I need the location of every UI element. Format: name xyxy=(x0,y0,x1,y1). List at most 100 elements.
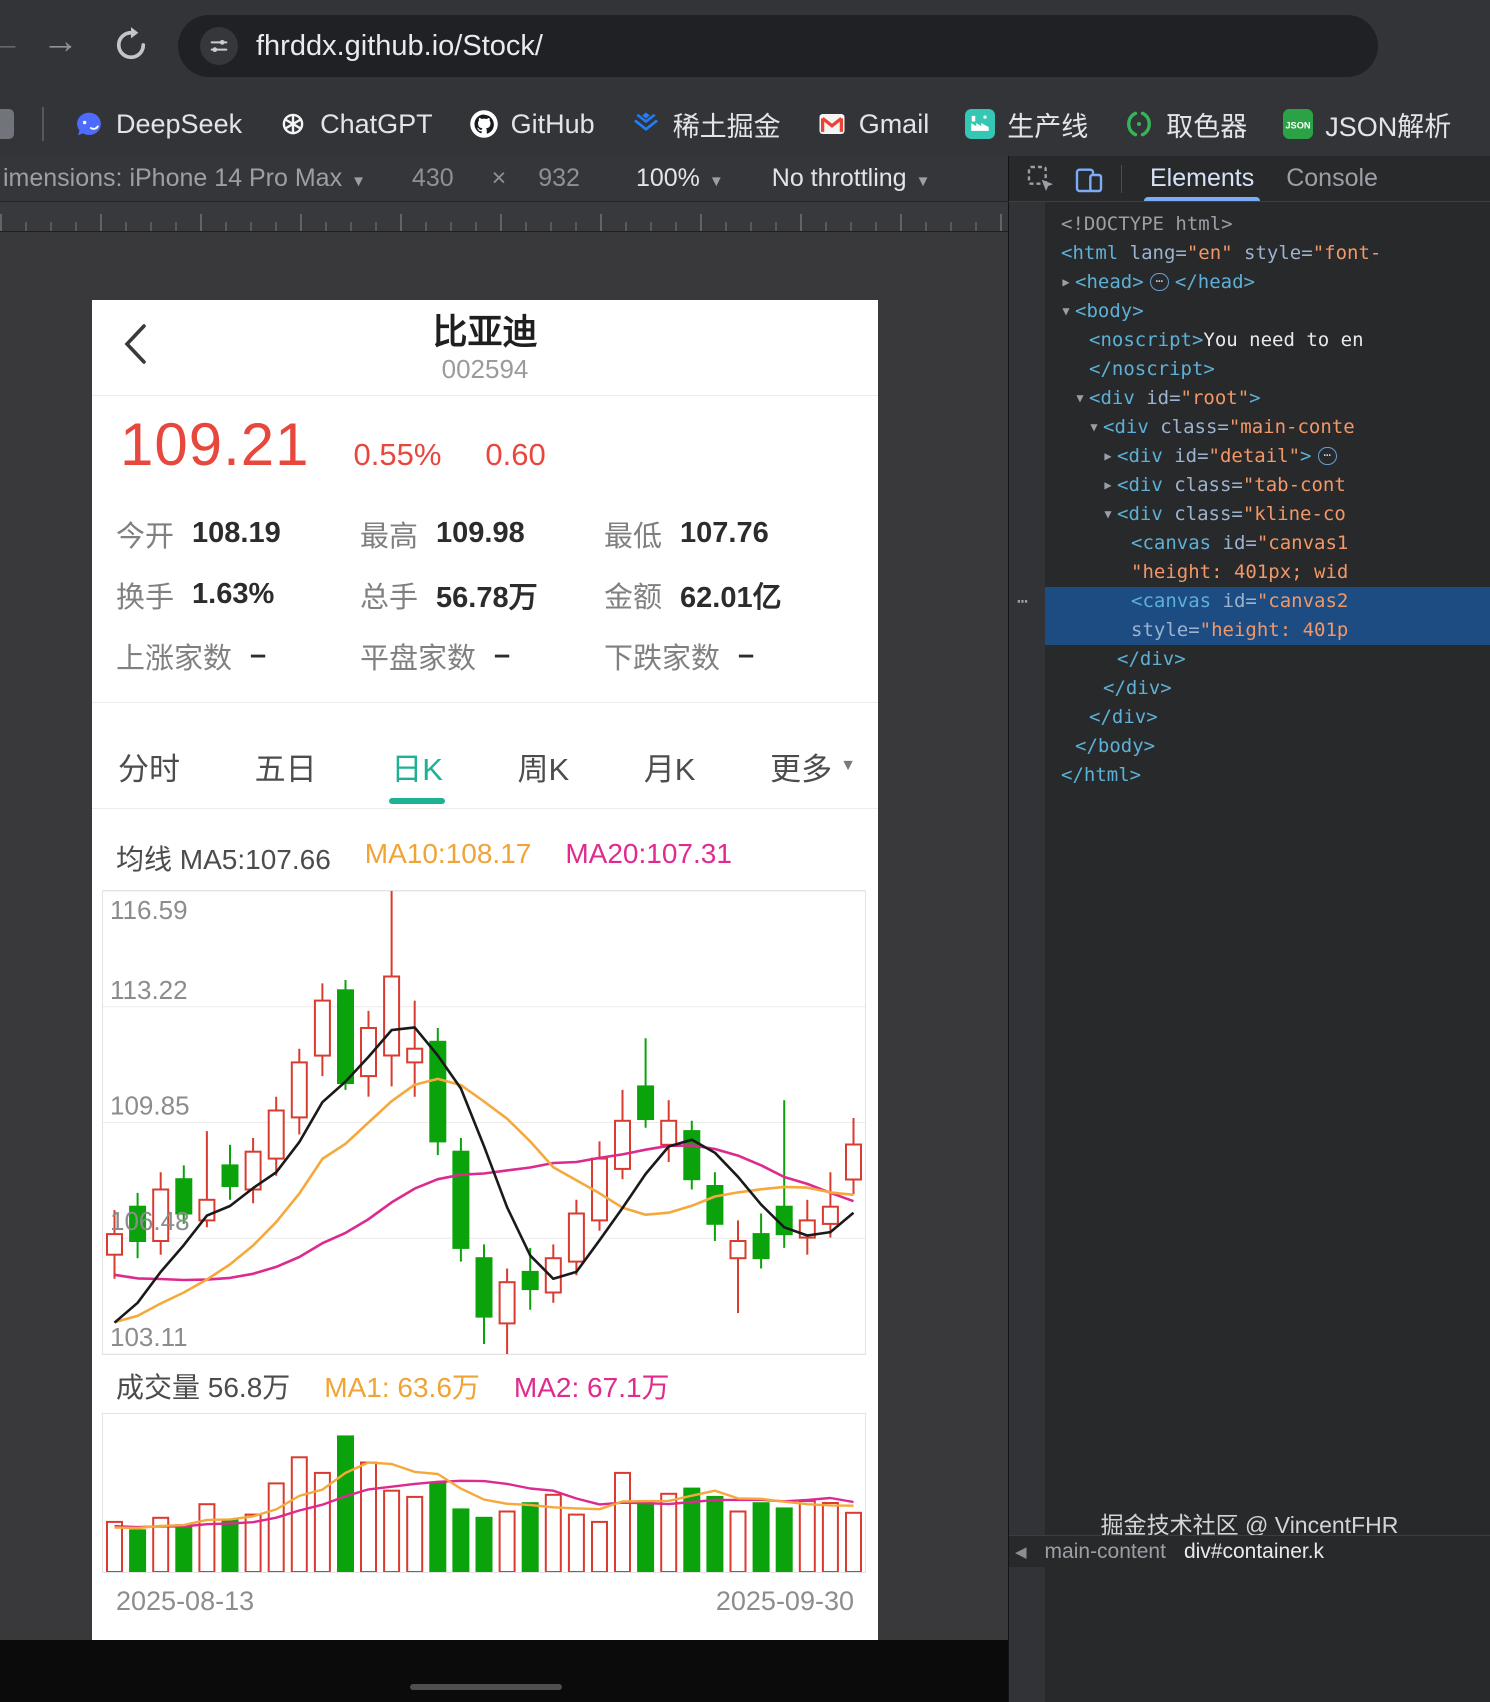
ma5-legend: 均线 MA5:107.66 xyxy=(116,844,331,875)
dom-tree-node[interactable]: </body> xyxy=(1045,732,1490,761)
emulation-ruler xyxy=(0,202,1008,232)
factory-icon xyxy=(965,109,996,139)
tab-月K[interactable]: 月K xyxy=(644,728,696,804)
start-date: 2025-08-13 xyxy=(116,1586,255,1616)
expand-arrow-down-icon[interactable]: ▼ xyxy=(1085,413,1103,442)
address-bar[interactable]: fhrddx.github.io/Stock/ xyxy=(178,15,1378,77)
url-text[interactable]: fhrddx.github.io/Stock/ xyxy=(256,30,543,63)
divider xyxy=(92,808,878,809)
ma20-legend: MA20:107.31 xyxy=(565,838,732,869)
breadcrumb-scroll-left-icon[interactable]: ◀ xyxy=(1015,1543,1027,1561)
dom-tree-node[interactable]: ▼ <body> xyxy=(1045,297,1490,326)
inspect-element-icon[interactable] xyxy=(1025,163,1057,195)
svg-text:106.48: 106.48 xyxy=(110,1206,190,1236)
bookmark-稀土掘金[interactable]: 稀土掘金 xyxy=(631,105,781,144)
home-indicator xyxy=(410,1684,562,1690)
tab-更多[interactable]: 更多 ▼ xyxy=(770,728,856,804)
dom-tree-node[interactable]: ▶ <div class="tab-cont xyxy=(1045,471,1490,500)
source-order-icon[interactable]: ⋯ xyxy=(1017,587,1028,616)
expand-arrow-down-icon[interactable]: ▼ xyxy=(1099,500,1117,529)
dom-tree-node[interactable]: "height: 401px; wid xyxy=(1045,558,1490,587)
bookmark-label: Gmail xyxy=(858,108,930,139)
dom-tree-node[interactable]: </div> xyxy=(1045,674,1490,703)
site-settings-icon[interactable] xyxy=(200,27,238,65)
device-width-field[interactable]: 430 xyxy=(412,164,454,193)
tab-分时[interactable]: 分时 xyxy=(118,728,180,804)
dom-tree-node[interactable]: ⋯ <canvas id="canvas2 xyxy=(1009,587,1490,616)
expand-arrow-right-icon[interactable]: ▶ xyxy=(1099,442,1117,471)
device-select[interactable]: imensions: iPhone 14 Pro Max ▼ xyxy=(3,164,366,193)
bookmark-label: 生产线 xyxy=(1007,111,1089,142)
dom-tree-node[interactable]: ▼ <div class="main-conte xyxy=(1045,413,1490,442)
stat-最高: 最高 109.98 xyxy=(360,517,525,553)
dom-tree-node[interactable]: </div> xyxy=(1045,703,1490,732)
throttling-select[interactable]: No throttling ▼ xyxy=(772,164,931,193)
bookmark-Gmail[interactable]: Gmail xyxy=(817,108,930,140)
gmail-icon xyxy=(817,109,847,139)
volume-chart[interactable] xyxy=(102,1413,866,1573)
dom-tree-node[interactable]: <canvas id="canvas1 xyxy=(1045,529,1490,558)
color-picker-icon xyxy=(1124,109,1154,139)
device-height-field[interactable]: 932 xyxy=(538,164,580,193)
clipped-bookmark-icon[interactable] xyxy=(0,109,14,139)
expand-arrow-down-icon[interactable]: ▼ xyxy=(1057,297,1075,326)
bookmark-label: ChatGPT xyxy=(320,108,433,139)
end-date: 2025-09-30 xyxy=(715,1586,854,1616)
back-icon[interactable]: ← xyxy=(0,20,23,62)
breadcrumb-div#container.k[interactable]: div#container.k xyxy=(1184,1540,1324,1564)
bookmark-GitHub[interactable]: GitHub xyxy=(469,109,595,140)
kline-tabs: 分时 五日 日K 周K 月K 更多 ▼ xyxy=(118,728,856,804)
volume-legend: 成交量 56.8万 MA1: 63.6万 MA2: 67.1万 xyxy=(116,1366,670,1406)
dom-tree-node[interactable]: </html> xyxy=(1045,761,1490,790)
stat-总手: 总手 56.78万 xyxy=(360,581,538,614)
stat-最低: 最低 107.76 xyxy=(604,517,769,553)
bookmarks-bar: DeepSeek ChatGPT GitHub 稀土掘金 Gmail 生产线 取色器 JSON… xyxy=(0,92,1490,156)
bookmark-JSON解析[interactable]: JSON JSON解析 xyxy=(1283,105,1451,144)
expand-arrow-right-icon[interactable]: ▶ xyxy=(1099,471,1117,500)
ma-legend: 均线 MA5:107.66 MA10:108.17 MA20:107.31 xyxy=(116,838,732,878)
dom-tree-node[interactable]: ▼ <div id="root"> xyxy=(1045,384,1490,413)
collapsed-content-icon[interactable]: ⋯ xyxy=(1149,273,1169,291)
forward-icon[interactable]: → xyxy=(42,20,79,62)
stat-今开: 今开 108.19 xyxy=(116,517,281,553)
dom-tree-node[interactable]: ▼ <div class="kline-co xyxy=(1045,500,1490,529)
device-toolbar-toggle-icon[interactable] xyxy=(1073,163,1105,195)
expand-arrow-down-icon[interactable]: ▼ xyxy=(1071,384,1089,413)
bookmark-label: GitHub xyxy=(510,108,595,139)
bookmark-label: DeepSeek xyxy=(116,108,243,139)
current-price: 109.21 xyxy=(120,411,310,478)
bookmark-取色器[interactable]: 取色器 xyxy=(1124,105,1247,144)
candlestick-chart[interactable]: 116.59 113.22 109.85 106.48 103.11 xyxy=(102,890,866,1355)
devtools-tab-console[interactable]: Console xyxy=(1270,156,1394,201)
github-icon xyxy=(469,109,499,139)
expand-arrow-right-icon[interactable]: ▶ xyxy=(1057,268,1075,297)
zoom-select[interactable]: 100% ▼ xyxy=(636,164,724,193)
breadcrumb-main-content[interactable]: main-content xyxy=(1045,1540,1166,1564)
dom-tree-node[interactable]: <!DOCTYPE html> xyxy=(1045,210,1490,239)
collapsed-content-icon[interactable]: ⋯ xyxy=(1317,447,1337,465)
dom-tree-node[interactable]: </noscript> xyxy=(1045,355,1490,384)
bookmarks-divider xyxy=(42,107,44,141)
svg-text:116.59: 116.59 xyxy=(110,895,188,925)
dom-tree-node[interactable]: <html lang="en" style="font- xyxy=(1045,239,1490,268)
stats-grid: 今开 108.19 最高 109.98 最低 107.76 换手 1.63% 总手 56.78万 金… xyxy=(116,503,870,686)
bookmark-DeepSeek[interactable]: DeepSeek xyxy=(74,109,242,140)
dom-tree-node[interactable]: ▶ <head> ⋯ </head> xyxy=(1045,268,1490,297)
tab-周K[interactable]: 周K xyxy=(518,728,570,804)
bookmark-ChatGPT[interactable]: ChatGPT xyxy=(278,109,433,140)
divider xyxy=(92,395,878,396)
devtools-tab-divider xyxy=(1121,164,1122,193)
bookmark-生产线[interactable]: 生产线 xyxy=(965,105,1088,144)
browser-toolbar: ← → fhrddx.github.io/Stock/ xyxy=(0,0,1490,92)
whale-icon xyxy=(74,109,104,139)
reload-icon[interactable] xyxy=(110,24,152,66)
dom-tree-node[interactable]: style="height: 401p xyxy=(1009,616,1490,645)
dom-tree-node[interactable]: <noscript>You need to en xyxy=(1045,326,1490,355)
tab-五日[interactable]: 五日 xyxy=(255,728,317,804)
dom-tree-node[interactable]: ▶ <div id="detail"> ⋯ xyxy=(1045,442,1490,471)
tab-日K[interactable]: 日K xyxy=(391,728,443,804)
page-bottom-strip xyxy=(0,1640,1008,1702)
dom-tree-node[interactable]: </div> xyxy=(1045,645,1490,674)
devtools-breadcrumbs: ◀ main-content div#container.k xyxy=(1009,1535,1490,1567)
devtools-tab-elements[interactable]: Elements xyxy=(1134,156,1270,201)
